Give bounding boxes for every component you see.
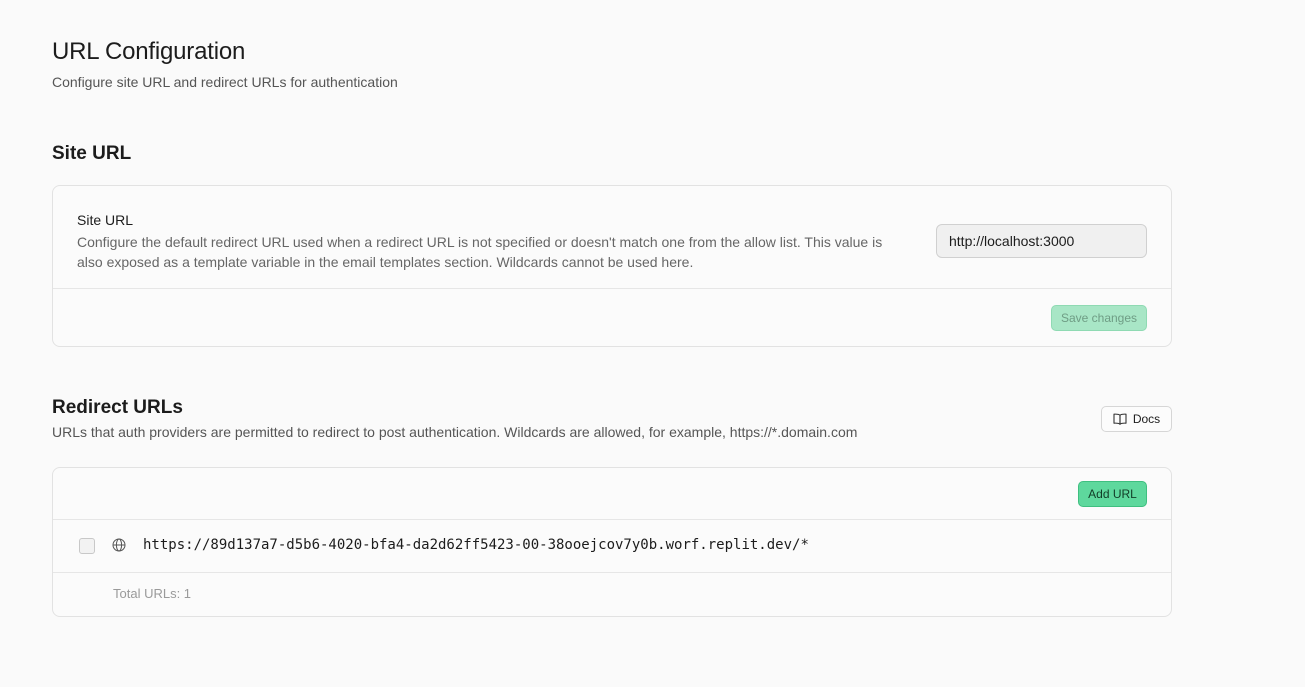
page-title: URL Configuration bbox=[52, 38, 246, 65]
docs-button[interactable]: Docs bbox=[1101, 406, 1172, 432]
docs-button-label: Docs bbox=[1132, 412, 1161, 426]
url-configuration-page: URL Configuration Configure site URL and… bbox=[0, 0, 1305, 687]
globe-icon bbox=[112, 538, 126, 557]
save-changes-button[interactable]: Save changes bbox=[1051, 305, 1147, 331]
page-subtitle: Configure site URL and redirect URLs for… bbox=[52, 74, 398, 90]
site-url-field-row: Site URL Configure the default redirect … bbox=[53, 186, 1171, 288]
site-url-section-title: Site URL bbox=[52, 143, 132, 164]
redirect-url-row: https://89d137a7-d5b6-4020-bfa4-da2d62ff… bbox=[53, 520, 1171, 572]
add-url-button[interactable]: Add URL bbox=[1078, 481, 1147, 507]
site-url-card: Site URL Configure the default redirect … bbox=[52, 185, 1172, 347]
redirect-urls-section-title: Redirect URLs bbox=[52, 397, 183, 418]
redirect-urls-card: Add URL https://89d137a7-d5b6-4020-bfa4-… bbox=[52, 467, 1172, 617]
redirect-url-checkbox[interactable] bbox=[79, 538, 95, 554]
site-url-field-description: Configure the default redirect URL used … bbox=[77, 234, 883, 270]
redirect-url-text: https://89d137a7-d5b6-4020-bfa4-da2d62ff… bbox=[143, 537, 809, 553]
site-url-input[interactable] bbox=[936, 224, 1147, 258]
book-open-icon bbox=[1113, 413, 1127, 425]
site-url-card-divider bbox=[53, 288, 1171, 289]
redirect-card-footer-divider bbox=[53, 572, 1171, 573]
total-urls-count: Total URLs: 1 bbox=[113, 586, 192, 601]
redirect-urls-description: URLs that auth providers are permitted t… bbox=[52, 424, 858, 440]
site-url-field-label: Site URL bbox=[77, 212, 134, 228]
